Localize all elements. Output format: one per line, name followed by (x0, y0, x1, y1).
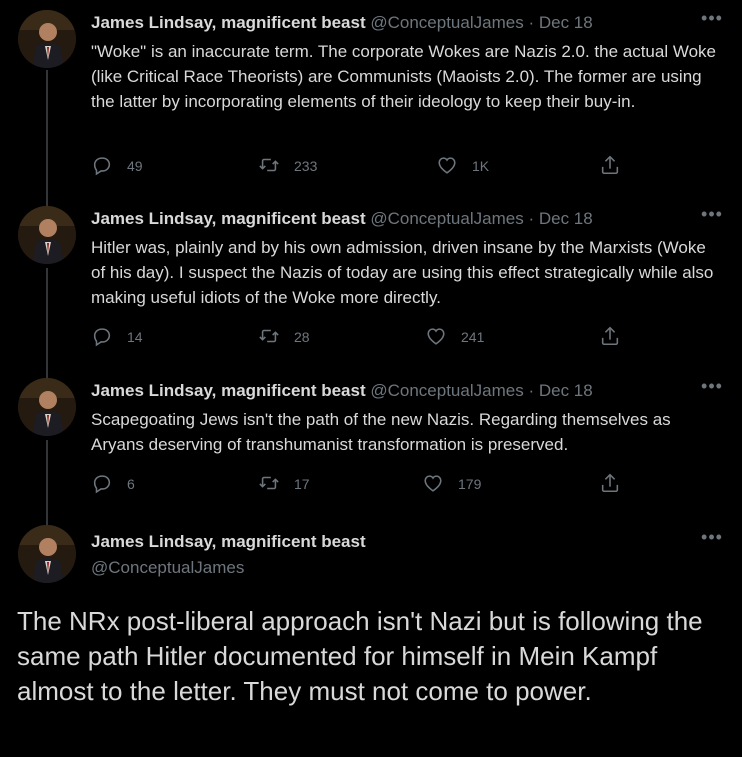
tweet-text: Scapegoating Jews isn't the path of the … (91, 410, 671, 454)
retweet-icon (258, 325, 280, 350)
author-handle[interactable]: @ConceptualJames (370, 13, 523, 32)
avatar[interactable] (18, 378, 76, 436)
tweet-date[interactable]: Dec 18 (539, 381, 593, 400)
share-button[interactable] (599, 153, 621, 179)
reply-icon (91, 325, 113, 350)
tweet-header: James Lindsay, magnificent beast @Concep… (91, 12, 593, 34)
author-handle[interactable]: @ConceptualJames (370, 209, 523, 228)
thread-line (46, 70, 48, 210)
reply-button[interactable]: 49 (91, 153, 143, 179)
tweet-actions: 6 17 179 (0, 471, 742, 497)
like-button[interactable]: 241 (425, 324, 484, 350)
tweet-header: James Lindsay, magnificent beast @Concep… (91, 208, 593, 230)
retweet-button[interactable]: 233 (258, 153, 317, 179)
author-name[interactable]: James Lindsay, magnificent beast (91, 381, 366, 400)
author-name[interactable]: James Lindsay, magnificent beast (91, 209, 366, 228)
separator: · (528, 209, 535, 228)
author-handle[interactable]: @ConceptualJames (91, 557, 244, 579)
reply-count: 14 (127, 329, 143, 345)
tweet-date[interactable]: Dec 18 (539, 209, 593, 228)
like-count: 179 (458, 476, 482, 492)
retweet-icon (258, 154, 280, 179)
tweet-header: James Lindsay, magnificent beast @Concep… (91, 380, 593, 402)
share-button[interactable] (599, 471, 621, 497)
tweet-actions: 49 233 1K (0, 153, 742, 179)
avatar[interactable] (18, 10, 76, 68)
more-icon[interactable]: ••• (697, 377, 727, 397)
more-icon[interactable]: ••• (697, 528, 727, 548)
reply-icon (91, 472, 113, 497)
reply-count: 6 (127, 476, 135, 492)
retweet-count: 28 (294, 329, 310, 345)
avatar[interactable] (18, 525, 76, 583)
retweet-button[interactable]: 28 (258, 324, 310, 350)
retweet-button[interactable]: 17 (258, 471, 310, 497)
like-button[interactable]: 179 (422, 471, 481, 497)
share-icon (599, 472, 621, 497)
tweet-text: "Woke" is an inaccurate term. The corpor… (91, 42, 716, 111)
main-tweet-text: The NRx post-liberal approach isn't Nazi… (17, 606, 703, 706)
like-icon (425, 325, 447, 350)
like-icon (422, 472, 444, 497)
like-icon (436, 154, 458, 179)
share-icon (599, 154, 621, 179)
more-icon[interactable]: ••• (697, 9, 727, 29)
tweet-actions: 14 28 241 (0, 324, 742, 350)
reply-button[interactable]: 14 (91, 324, 143, 350)
author-handle[interactable]: @ConceptualJames (370, 381, 523, 400)
like-count: 241 (461, 329, 485, 345)
avatar[interactable] (18, 206, 76, 264)
more-icon[interactable]: ••• (697, 205, 727, 225)
separator: · (528, 381, 535, 400)
retweet-count: 233 (294, 158, 318, 174)
tweet-text: Hitler was, plainly and by his own admis… (91, 238, 714, 307)
separator: · (528, 13, 535, 32)
like-button[interactable]: 1K (436, 153, 489, 179)
like-count: 1K (472, 158, 490, 174)
retweet-icon (258, 472, 280, 497)
share-button[interactable] (599, 324, 621, 350)
reply-button[interactable]: 6 (91, 471, 135, 497)
share-icon (599, 325, 621, 350)
reply-icon (91, 154, 113, 179)
retweet-count: 17 (294, 476, 310, 492)
author-name[interactable]: James Lindsay, magnificent beast (91, 13, 366, 32)
author-name[interactable]: James Lindsay, magnificent beast (91, 531, 366, 553)
reply-count: 49 (127, 158, 143, 174)
tweet-date[interactable]: Dec 18 (539, 13, 593, 32)
